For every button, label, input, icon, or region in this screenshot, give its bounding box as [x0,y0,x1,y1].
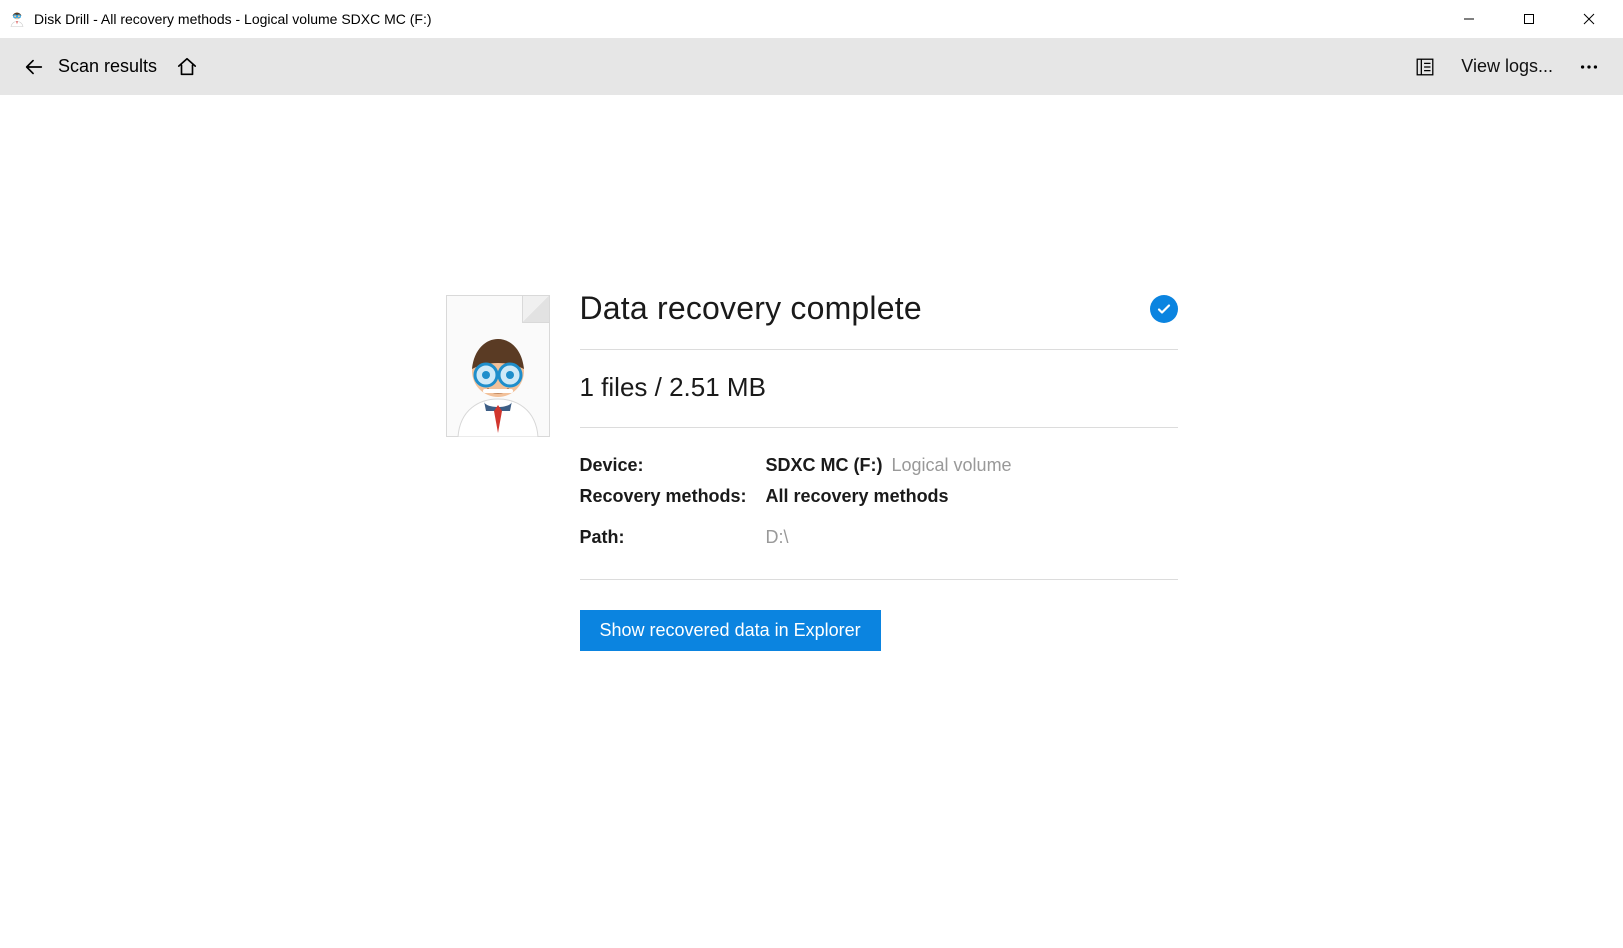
methods-label: Recovery methods: [580,486,766,507]
document-mascot-icon [446,295,550,437]
detail-methods: Recovery methods: All recovery methods [580,481,1178,512]
detail-path: Path: D:\ [580,522,1178,553]
show-in-explorer-button[interactable]: Show recovered data in Explorer [580,610,881,651]
result-summary: 1 files / 2.51 MB [580,350,1178,428]
detail-device: Device: SDXC MC (F:) Logical volume [580,450,1178,481]
details-block: Device: SDXC MC (F:) Logical volume Reco… [580,428,1178,580]
view-logs-link[interactable]: View logs... [1453,50,1561,83]
app-icon [8,10,26,28]
device-value: SDXC MC (F:) Logical volume [766,455,1012,476]
home-button[interactable] [167,47,207,87]
window-title: Disk Drill - All recovery methods - Logi… [34,11,432,27]
main-content: Data recovery complete 1 files / 2.51 MB… [0,95,1623,651]
window-minimize-button[interactable] [1439,0,1499,38]
path-value: D:\ [766,527,789,548]
logs-icon [1414,56,1436,78]
result-heading: Data recovery complete [580,290,922,327]
methods-value: All recovery methods [766,486,949,507]
device-name-text: SDXC MC (F:) [766,455,883,475]
more-horizontal-icon [1578,56,1600,78]
device-label: Device: [580,455,766,476]
path-label: Path: [580,527,766,548]
device-kind-text: Logical volume [892,455,1012,475]
success-check-icon [1150,295,1178,323]
home-icon [176,56,198,78]
window-maximize-button[interactable] [1499,0,1559,38]
window-controls [1439,0,1619,38]
actions-row: Show recovered data in Explorer [580,580,1178,651]
arrow-left-icon [23,56,45,78]
window-titlebar: Disk Drill - All recovery methods - Logi… [0,0,1623,38]
window-close-button[interactable] [1559,0,1619,38]
back-button[interactable] [14,47,54,87]
toolbar: Scan results View logs... [0,38,1623,95]
result-panel: Data recovery complete 1 files / 2.51 MB… [446,290,1178,651]
scan-results-label: Scan results [58,56,157,77]
result-title-row: Data recovery complete [580,290,1178,350]
logs-icon-button[interactable] [1405,47,1445,87]
result-info: Data recovery complete 1 files / 2.51 MB… [580,290,1178,651]
more-menu-button[interactable] [1569,47,1609,87]
